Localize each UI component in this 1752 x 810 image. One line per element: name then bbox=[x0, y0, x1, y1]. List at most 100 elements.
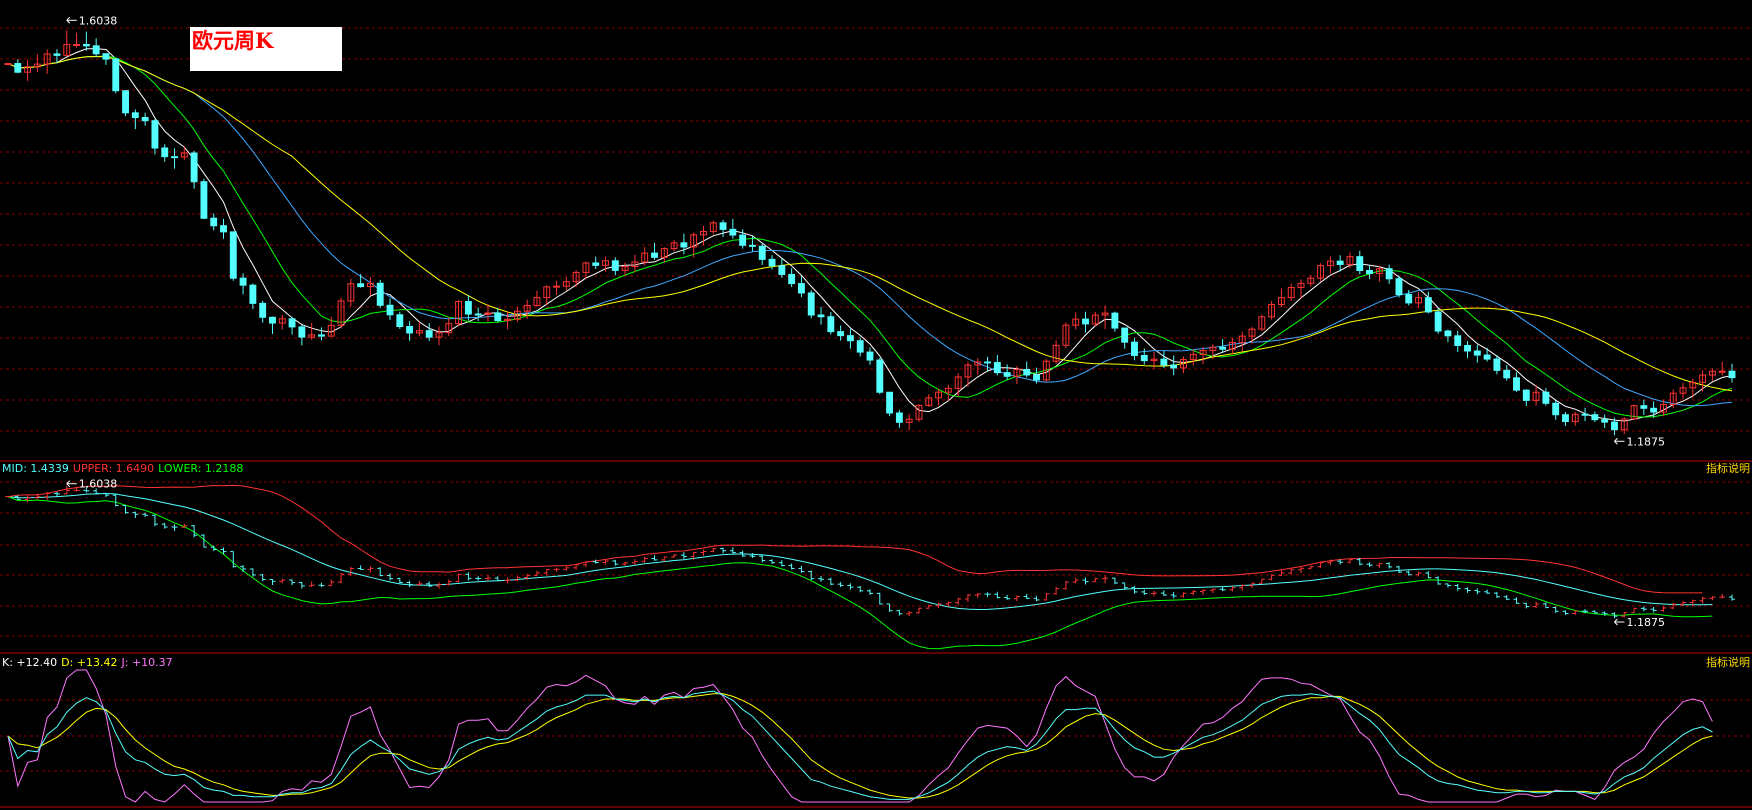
candle-body bbox=[1356, 256, 1364, 271]
boll-bar bbox=[298, 581, 305, 589]
candle-body bbox=[298, 326, 306, 338]
boll-bar bbox=[1072, 577, 1079, 584]
candle bbox=[112, 57, 120, 94]
candle bbox=[533, 290, 541, 307]
candle-body bbox=[141, 117, 149, 122]
boll-bar bbox=[1415, 571, 1422, 577]
boll-bar bbox=[915, 607, 922, 614]
candle bbox=[1415, 292, 1422, 309]
boll-bar bbox=[171, 524, 178, 531]
boll-bar bbox=[837, 582, 844, 588]
candle bbox=[660, 247, 668, 263]
candle-body bbox=[895, 412, 903, 423]
boll-bar bbox=[122, 504, 129, 514]
boll-bar bbox=[896, 609, 903, 616]
candle bbox=[131, 109, 139, 130]
boll-lower-line bbox=[7, 496, 1713, 650]
boll-help-button[interactable]: 指标说明 bbox=[1706, 462, 1750, 476]
boll-bar bbox=[533, 570, 540, 577]
boll-bar bbox=[847, 583, 854, 590]
candle bbox=[200, 178, 208, 220]
boll-bar bbox=[974, 592, 981, 599]
kdj-j-label: J: +10.37 bbox=[121, 656, 173, 669]
boll-bar bbox=[1572, 610, 1579, 615]
boll-bar bbox=[279, 578, 286, 584]
candle-body bbox=[112, 58, 120, 92]
candle-body bbox=[1542, 391, 1550, 404]
kdj-help-button[interactable]: 指标说明 bbox=[1706, 656, 1750, 670]
candle-body bbox=[318, 334, 325, 337]
kdj-d-line bbox=[7, 693, 1713, 799]
candle-body bbox=[1424, 297, 1432, 313]
boll-bar bbox=[1200, 589, 1207, 595]
candle-body bbox=[1082, 318, 1089, 325]
boll-bar bbox=[112, 494, 119, 507]
candle-body bbox=[1483, 354, 1491, 360]
candle bbox=[954, 373, 962, 397]
candle-body bbox=[474, 313, 482, 316]
candle-body bbox=[993, 362, 1001, 374]
candle-body bbox=[768, 258, 776, 267]
boll-bar bbox=[161, 522, 168, 529]
candle-body bbox=[758, 245, 766, 260]
candle bbox=[1503, 365, 1511, 381]
boll-bar bbox=[778, 560, 785, 567]
candle bbox=[92, 38, 100, 57]
boll-bar bbox=[622, 561, 629, 566]
candle-body bbox=[396, 314, 404, 328]
moving-average-lines bbox=[7, 48, 1733, 422]
candle bbox=[1023, 361, 1031, 378]
candle-body bbox=[131, 112, 139, 119]
boll-bar bbox=[1278, 570, 1285, 577]
candle bbox=[1101, 305, 1109, 330]
boll-bar bbox=[426, 581, 433, 588]
candle bbox=[24, 59, 32, 81]
candle-body bbox=[1493, 358, 1501, 371]
candle bbox=[827, 312, 835, 335]
candle bbox=[396, 311, 404, 329]
boll-bar bbox=[1219, 586, 1226, 592]
boll-bar bbox=[1542, 602, 1549, 609]
candle bbox=[1317, 263, 1325, 282]
boll-bar bbox=[151, 514, 158, 527]
candle-body bbox=[611, 260, 619, 271]
kdj-legend: K: +12.40 D: +13.42 J: +10.37 bbox=[2, 656, 177, 670]
candle bbox=[1160, 350, 1168, 368]
candle bbox=[1601, 414, 1609, 429]
candle-body bbox=[1611, 421, 1618, 431]
candle bbox=[1562, 411, 1569, 426]
candle-body bbox=[220, 225, 227, 233]
boll-bar bbox=[328, 579, 335, 587]
candle-body bbox=[797, 283, 805, 294]
candle-body bbox=[1650, 407, 1658, 413]
boll-bar bbox=[357, 565, 364, 570]
candle bbox=[1513, 372, 1520, 392]
candle-body bbox=[846, 335, 854, 342]
candle bbox=[1571, 412, 1579, 426]
candle-body bbox=[269, 316, 276, 324]
candle-body bbox=[1562, 414, 1569, 423]
candle bbox=[876, 357, 884, 395]
annotation-label: 1.6038 bbox=[79, 14, 118, 27]
boll-lower-label: LOWER: 1.2188 bbox=[158, 462, 244, 475]
candle bbox=[102, 52, 110, 65]
candle bbox=[1542, 388, 1550, 406]
boll-bar bbox=[925, 604, 932, 609]
boll-bar bbox=[1513, 597, 1520, 604]
candle-body bbox=[1003, 372, 1011, 377]
boll-bar bbox=[1190, 589, 1197, 596]
candle bbox=[4, 63, 12, 66]
candle bbox=[337, 297, 345, 329]
boll-upper-label: UPPER: 1.6490 bbox=[72, 462, 155, 475]
candle bbox=[1297, 279, 1305, 299]
candle bbox=[1268, 300, 1276, 320]
candle bbox=[239, 273, 247, 295]
low-annotation: 1.1875 bbox=[1614, 435, 1665, 448]
candle bbox=[14, 59, 22, 74]
candle bbox=[63, 30, 71, 56]
candle bbox=[1630, 404, 1638, 421]
candle-body bbox=[200, 181, 208, 219]
candle bbox=[817, 306, 825, 325]
boll-bar bbox=[406, 580, 413, 588]
boll-bar bbox=[1552, 606, 1559, 613]
